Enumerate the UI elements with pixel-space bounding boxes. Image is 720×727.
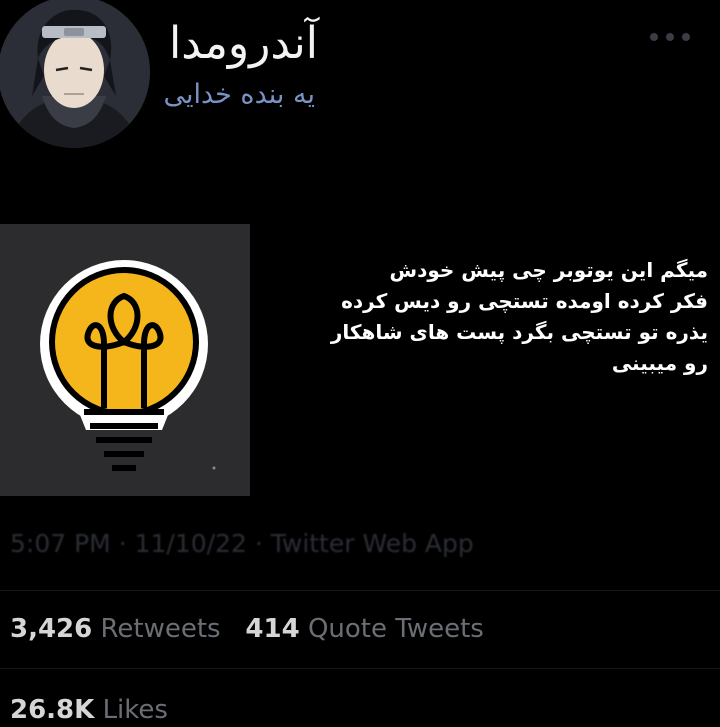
- likes-count: 26.8K: [10, 695, 95, 725]
- avatar-image: [0, 0, 150, 148]
- tweet-line: یذره تو تستچی بگرد پست های شاهکار: [330, 320, 708, 344]
- quotes-count: 414: [245, 614, 300, 644]
- tweet-line: میگم این یوتوبر چی پیش خودش: [389, 258, 708, 282]
- divider: [0, 668, 720, 669]
- tweet-line: فکر کرده اومده تستچی رو دیس کرده: [341, 289, 708, 313]
- quotes-label: Quote Tweets: [307, 614, 484, 644]
- retweets-count: 3,426: [10, 614, 93, 644]
- likes-link[interactable]: 26.8K Likes: [10, 695, 168, 725]
- retweets-label: Retweets: [100, 614, 221, 644]
- quotes-link[interactable]: 414 Quote Tweets: [245, 614, 483, 644]
- divider: [0, 590, 720, 591]
- tweet-media-image[interactable]: [0, 224, 250, 496]
- retweets-link[interactable]: 3,426 Retweets: [10, 614, 229, 644]
- tweet-text: میگم این یوتوبر چی پیش خودش فکر کرده اوم…: [268, 255, 708, 379]
- stats-row-likes: 26.8K Likes: [10, 693, 168, 727]
- lightbulb-logo-icon: [40, 260, 216, 471]
- display-name[interactable]: آندرومدا: [169, 18, 318, 70]
- meta-separator: ·: [118, 529, 135, 558]
- tweet-source[interactable]: Twitter Web App: [271, 529, 474, 558]
- tweet-line: رو میبینی: [611, 351, 708, 375]
- stats-row-retweets: 3,426 Retweets 414 Quote Tweets: [10, 612, 484, 646]
- likes-label: Likes: [102, 695, 168, 725]
- user-handle[interactable]: یه بنده خدایی: [163, 78, 315, 112]
- tweet-date[interactable]: 11/10/22: [135, 529, 247, 558]
- avatar[interactable]: [0, 0, 150, 148]
- meta-separator: ·: [254, 529, 271, 558]
- more-options-icon[interactable]: [650, 30, 690, 44]
- tweet-meta: 5:07 PM · 11/10/22 · Twitter Web App: [10, 527, 474, 561]
- tweet-time[interactable]: 5:07 PM: [10, 529, 111, 558]
